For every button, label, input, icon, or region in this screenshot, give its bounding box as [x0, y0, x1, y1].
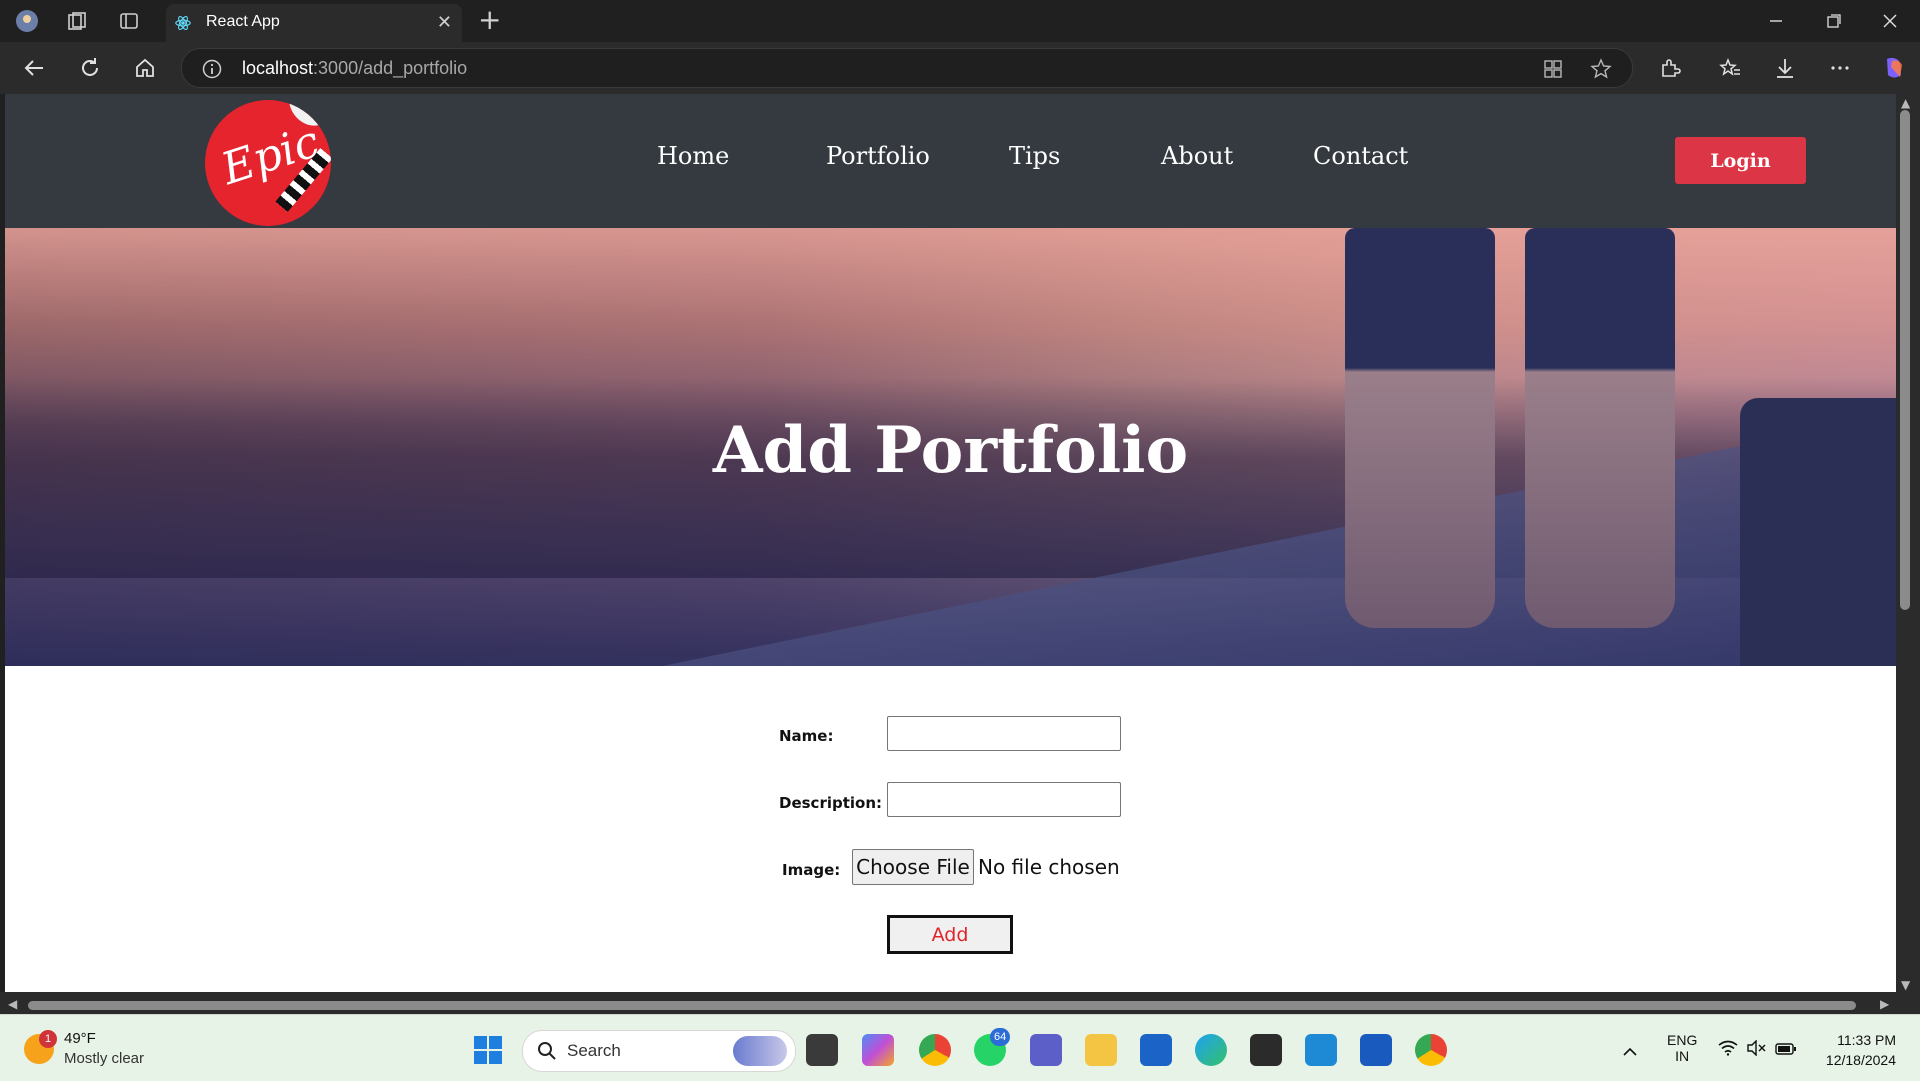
vertical-scroll-thumb[interactable] [1900, 110, 1910, 610]
scroll-up-arrow-icon[interactable]: ▲ [1901, 96, 1910, 110]
close-window-icon[interactable] [1862, 6, 1918, 36]
extensions-icon[interactable] [1656, 54, 1684, 82]
windows-start-icon[interactable] [474, 1036, 502, 1064]
favorites-icon[interactable] [1716, 54, 1744, 82]
minimize-icon[interactable] [1748, 6, 1804, 36]
collections-icon[interactable] [64, 8, 90, 34]
hero-banner: Add Portfolio [5, 228, 1896, 666]
terminal-icon[interactable] [1250, 1034, 1282, 1066]
language-code: ENG [1667, 1032, 1698, 1048]
file-explorer-icon[interactable] [1085, 1034, 1117, 1066]
name-label: Name: [779, 727, 834, 745]
nav-tips-link[interactable]: Tips [1009, 142, 1060, 170]
battery-icon[interactable] [1775, 1042, 1797, 1058]
edge-icon[interactable] [1195, 1034, 1227, 1066]
nav-portfolio-link[interactable]: Portfolio [826, 142, 930, 170]
file-status-text: No file chosen [978, 855, 1120, 879]
browser-tab-active[interactable]: React App ✕ [166, 4, 462, 42]
tab-close-icon[interactable]: ✕ [437, 12, 452, 33]
language-region: IN [1675, 1048, 1690, 1064]
scroll-down-arrow-icon[interactable]: ▼ [1901, 978, 1910, 992]
copilot-icon[interactable] [1880, 54, 1908, 82]
task-view-icon[interactable] [806, 1034, 838, 1066]
name-input[interactable] [887, 716, 1121, 751]
site-navbar: Epic Home Portfolio Tips About Contact L… [5, 94, 1896, 228]
scroll-left-arrow-icon[interactable]: ◀ [8, 997, 17, 1011]
profile-avatar-icon[interactable] [14, 8, 40, 34]
vscode-icon[interactable] [1305, 1034, 1337, 1066]
new-tab-button[interactable]: + [478, 6, 501, 34]
tab-title: React App [206, 13, 280, 30]
site-info-icon[interactable] [201, 58, 223, 80]
restore-icon[interactable] [1806, 6, 1862, 36]
browser-tab-bar: React App ✕ + [0, 0, 1920, 42]
nav-home-link[interactable]: Home [657, 142, 729, 170]
page-title: Add Portfolio [712, 413, 1189, 488]
tray-overflow-icon[interactable] [1622, 1044, 1638, 1060]
description-input[interactable] [887, 782, 1121, 817]
taskbar-search[interactable]: Search [522, 1030, 796, 1072]
login-button[interactable]: Login [1675, 137, 1806, 184]
more-menu-icon[interactable] [1826, 54, 1854, 82]
language-indicator[interactable]: ENG IN [1667, 1032, 1697, 1064]
whatsapp-unread-badge: 64 [990, 1028, 1011, 1046]
address-toolbar: localhost:3000/add_portfolio [0, 42, 1920, 94]
url-text[interactable]: localhost:3000/add_portfolio [242, 58, 467, 79]
nav-contact-link[interactable]: Contact [1313, 142, 1408, 170]
add-submit-button[interactable]: Add [887, 915, 1013, 954]
url-host: localhost [242, 58, 314, 78]
address-bar[interactable]: localhost:3000/add_portfolio [181, 48, 1633, 88]
horizontal-scroll-thumb[interactable] [28, 1001, 1856, 1010]
url-path: :3000/add_portfolio [313, 58, 468, 78]
home-icon[interactable] [131, 54, 159, 82]
system-clock[interactable]: 11:33 PM 12/18/2024 [1826, 1030, 1896, 1070]
description-label: Description: [779, 794, 883, 812]
search-placeholder: Search [567, 1041, 621, 1060]
back-arrow-icon[interactable] [20, 54, 48, 82]
app-available-icon[interactable] [1542, 58, 1564, 80]
vertical-tabs-icon[interactable] [116, 8, 142, 34]
chrome-icon[interactable] [919, 1034, 951, 1066]
site-logo[interactable]: Epic [205, 100, 331, 226]
scroll-right-arrow-icon[interactable]: ▶ [1880, 997, 1889, 1011]
wifi-icon[interactable] [1718, 1040, 1738, 1059]
favorite-star-icon[interactable] [1590, 58, 1612, 80]
refresh-icon[interactable] [76, 54, 104, 82]
word-icon[interactable] [1360, 1034, 1392, 1066]
store-icon[interactable] [1140, 1034, 1172, 1066]
image-label: Image: [782, 861, 841, 879]
clock-time: 11:33 PM [1837, 1032, 1896, 1048]
chrome-profile-icon[interactable] [1415, 1034, 1447, 1066]
weather-description[interactable]: Mostly clear [64, 1050, 144, 1067]
weather-temperature[interactable]: 49°F [64, 1030, 96, 1047]
nav-about-link[interactable]: About [1161, 142, 1233, 170]
copilot-app-icon[interactable] [862, 1034, 894, 1066]
volume-muted-icon[interactable] [1746, 1039, 1766, 1059]
clock-date: 12/18/2024 [1825, 1052, 1896, 1068]
search-icon [538, 1042, 556, 1060]
search-highlight-icon [733, 1036, 787, 1066]
weather-alert-badge: 1 [39, 1030, 57, 1048]
downloads-icon[interactable] [1771, 54, 1799, 82]
teams-icon[interactable] [1030, 1034, 1062, 1066]
react-favicon-icon [175, 16, 191, 30]
choose-file-button[interactable]: Choose File [852, 849, 974, 885]
